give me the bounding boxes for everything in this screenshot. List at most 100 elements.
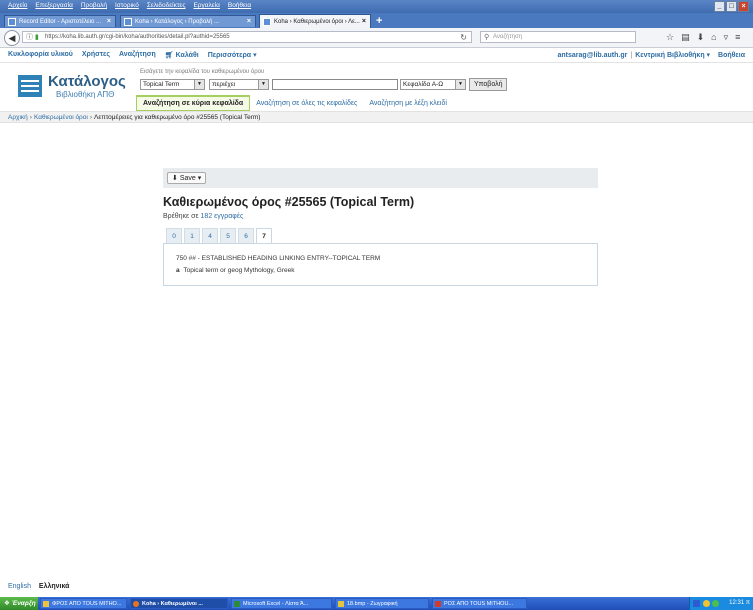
download-icon[interactable]: ⬇ [697,31,705,43]
browser-tab-authorities[interactable]: Koha › Καθιερωμένοι όροι › Λε... × [259,14,371,28]
breadcrumb-separator: › [29,114,32,121]
clock[interactable]: 12:31 π [729,597,750,610]
taskbar-item-label: Microsoft Excel - Λίστα Ά... [243,601,309,607]
reload-icon[interactable]: ↻ [460,32,467,43]
taskbar-item-label: 18.bmp - Ζωγραφική [347,601,398,607]
breadcrumb-home[interactable]: Αρχική [8,114,28,121]
excel-icon [234,601,240,607]
tab-keyword[interactable]: Αναζήτηση με λέξη κλειδί [363,98,453,109]
taskbar-item-firefox[interactable]: Koha › Καθιερωμένοι ... [130,598,228,609]
menu-edit[interactable]: Επεξεργασία [35,2,72,9]
tab-all-headings[interactable]: Αναζήτηση σε όλες τις κεφαλίδες [250,98,363,109]
taskbar-item-label: ΡΟΣ ΑΠΟ TOUS MITHOU... [444,601,513,607]
tab-0[interactable]: 0 [166,228,182,243]
lock-icon: ▮ [35,34,39,41]
back-arrow-icon[interactable]: ◀ [4,30,20,46]
tab-main-heading[interactable]: Αναζήτηση σε κύρια κεφαλίδα [136,95,251,111]
taskbar-item-paint[interactable]: 18.bmp - Ζωγραφική [335,598,429,609]
menu-view[interactable]: Προβολή [81,2,107,9]
usage-records-link[interactable]: 182 εγγραφές [201,213,244,220]
chevron-down-icon: ▾ [197,175,202,182]
browser-search-field[interactable]: ⚲ Αναζήτηση [480,31,636,43]
tab-close-icon[interactable]: × [247,16,251,27]
menu-history[interactable]: Ιστορικό [115,2,139,9]
nav-more[interactable]: Περισσότερα ▾ [208,51,257,59]
new-tab-icon[interactable]: + [376,15,382,27]
menu-file[interactable]: Αρχείο [8,2,27,9]
nav-cart[interactable]: 🛒︎ Καλάθι [165,51,199,59]
browser-tab-catalog[interactable]: Koha › Κατάλογος › Προβολή ... × [120,15,256,27]
taskbar-item-excel[interactable]: Microsoft Excel - Λίστα Ά... [231,598,332,609]
library-name: Κεντρική Βιβλιοθήκη [635,52,705,59]
nav-search[interactable]: Αναζήτηση [119,51,156,59]
url-text[interactable]: https://koha.lib.auth.gr/cgi-bin/koha/au… [45,32,230,43]
home-icon[interactable]: ⌂ [711,31,716,43]
nav-patrons[interactable]: Χρήστες [82,51,110,59]
search-hint: Εισάγετε την κεφαλίδα του καθιερωμένου ό… [140,69,265,75]
record-toolbar: ⬇ Save ▾ [163,168,598,188]
marc-subfield-a: a Topical term or geog Mythology, Greek [176,267,294,274]
tray-app-icon[interactable] [703,600,710,607]
tab-close-icon[interactable]: × [362,15,366,28]
search-mode-tabs: Αναζήτηση σε κύρια κεφαλίδα Αναζήτηση σε… [136,95,453,111]
firefox-icon [133,601,139,607]
menu-bookmarks[interactable]: Σελιδοδείκτες [147,2,186,9]
library-selector[interactable]: Κεντρική Βιβλιοθήκη ▾ [635,52,710,59]
koha-favicon-icon [124,18,132,26]
lang-greek: Ελληνικά [38,583,70,590]
user-email[interactable]: antsarag@lib.auth.gr [558,52,628,59]
breadcrumb-authorities[interactable]: Καθιερωμένοι όροι [34,114,88,121]
dropdown-arrow-icon: ▼ [194,80,204,89]
hamburger-menu-icon[interactable]: ≡ [735,31,740,43]
tab-7[interactable]: 7 [256,228,272,244]
tab-close-icon[interactable]: × [107,16,111,27]
chevron-down-icon: ▾ [253,52,257,59]
maximize-icon[interactable]: □ [726,1,737,12]
close-icon[interactable]: × [738,1,749,12]
separator: | [630,52,633,59]
sort-order-value: Κεφαλίδα Α-Ω [403,81,444,88]
clipboard-icon[interactable]: ▤ [681,31,690,43]
network-icon[interactable] [712,600,719,607]
separator [713,52,715,59]
minimize-icon[interactable]: _ [714,1,725,12]
taskbar-item-pdf[interactable]: ΡΟΣ ΑΠΟ TOUS MITHOU... [432,598,527,609]
koha-nav-links: Κυκλοφορία υλικού Χρήστες Αναζήτηση 🛒︎ Κ… [8,51,257,59]
pocket-icon[interactable]: ▿ [724,31,729,43]
bookmark-star-icon[interactable]: ☆ [666,31,674,43]
submit-button[interactable]: Υποβολή [469,78,508,91]
tab-1[interactable]: 1 [184,228,200,243]
help-link[interactable]: Βοήθεια [718,52,745,59]
address-bar[interactable]: ⓘ ▮ https://koha.lib.auth.gr/cgi-bin/koh… [22,31,472,43]
sort-order-select[interactable]: Κεφαλίδα Α-Ω ▼ [400,79,466,90]
start-button[interactable]: ❖ Έναρξη [0,597,38,610]
taskbar-item-folder[interactable]: ΦΡΟΣ ΑΠΟ TOUS MITHO... [40,598,127,609]
usage-count: Βρέθηκε σε 182 εγγραφές [163,213,243,220]
lang-english-link[interactable]: English [8,583,31,590]
browser-tab-record-editor[interactable]: Record Editor - Αριστοτέλειο ... × [4,15,116,27]
system-tray: 12:31 π [689,597,753,610]
tab-5[interactable]: 5 [220,228,236,243]
subfield-text: Topical term or geog Mythology, Greek [183,267,295,274]
save-button[interactable]: ⬇ Save ▾ [167,172,207,184]
language-switcher: English Ελληνικά [8,583,69,590]
info-icon[interactable]: ⓘ [26,32,33,43]
menu-tools[interactable]: Εργαλεία [193,2,219,9]
operator-value: περιέχει [212,81,236,88]
breadcrumb-current: Λεπτομέρειες για καθιερωμένο όρο #25565 … [93,114,261,121]
logo-mark-icon [18,75,42,97]
tab-6[interactable]: 6 [238,228,254,243]
tab-4[interactable]: 4 [202,228,218,243]
folder-icon [43,601,49,607]
library-logo[interactable]: Κατάλογος Βιβλιοθήκη ΑΠΘ [18,73,136,99]
menu-help[interactable]: Βοήθεια [228,2,251,9]
language-indicator-icon[interactable] [693,600,700,607]
authority-type-value: Topical Term [143,81,180,88]
browser-tab-strip: Record Editor - Αριστοτέλειο ... × Koha … [0,13,753,28]
authority-search-input[interactable] [272,79,398,90]
operator-select[interactable]: περιέχει ▼ [209,79,269,90]
koha-top-nav: Κυκλοφορία υλικού Χρήστες Αναζήτηση 🛒︎ Κ… [0,48,753,63]
nav-circulation[interactable]: Κυκλοφορία υλικού [8,51,73,59]
authority-type-select[interactable]: Topical Term ▼ [140,79,205,90]
paint-icon [338,601,344,607]
